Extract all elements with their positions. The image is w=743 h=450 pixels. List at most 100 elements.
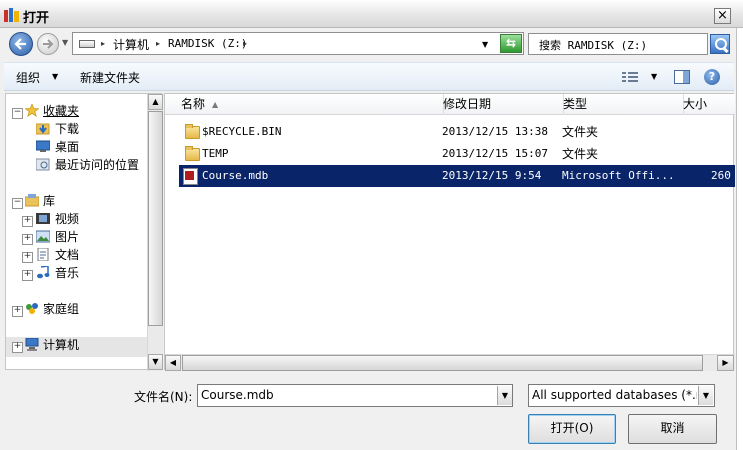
filetype-select[interactable]: All supported databases (*.mdb ▼ bbox=[528, 384, 715, 407]
change-view-icon[interactable] bbox=[622, 71, 638, 83]
folder-icon bbox=[185, 146, 200, 161]
nav-item-downloads[interactable]: 下载 bbox=[55, 120, 79, 138]
organize-button[interactable]: 组织 bbox=[16, 69, 40, 86]
column-header-name[interactable]: 名称 ▲ bbox=[175, 94, 444, 115]
search-placeholder: 搜索 RAMDISK (Z:) bbox=[539, 39, 648, 52]
folder-icon bbox=[185, 124, 200, 139]
breadcrumb-ramdisk[interactable]: RAMDISK (Z:) bbox=[168, 37, 247, 50]
file-row[interactable]: TEMP 2013/12/15 15:07 文件夹 bbox=[179, 143, 735, 165]
back-arrow-icon bbox=[14, 38, 26, 50]
nav-libraries[interactable]: 库 bbox=[43, 192, 55, 210]
column-header-label: 名称 bbox=[181, 97, 206, 111]
refresh-button[interactable]: ⇆ bbox=[500, 34, 522, 53]
scroll-thumb[interactable] bbox=[148, 111, 163, 326]
nav-item-recent-places[interactable]: 最近访问的位置 bbox=[55, 156, 139, 174]
nav-item-videos[interactable]: 视频 bbox=[55, 210, 79, 228]
expander-icon[interactable]: − bbox=[12, 198, 23, 209]
window-edge bbox=[736, 28, 743, 450]
forward-button[interactable] bbox=[37, 33, 59, 55]
breadcrumb-separator-icon[interactable]: ▸ bbox=[101, 39, 105, 48]
search-button[interactable] bbox=[710, 34, 730, 54]
file-row-selected[interactable]: Course.mdb 2013/12/15 9:54 Microsoft Off… bbox=[179, 165, 735, 187]
file-type: 文件夹 bbox=[562, 125, 599, 139]
nav-item-music[interactable]: 音乐 bbox=[55, 264, 79, 282]
filename-input[interactable]: Course.mdb bbox=[201, 388, 274, 402]
star-icon bbox=[25, 104, 39, 117]
expander-icon[interactable]: − bbox=[12, 108, 23, 119]
filename-combobox[interactable]: Course.mdb ▼ bbox=[197, 384, 513, 407]
refresh-icon: ⇆ bbox=[505, 36, 517, 50]
access-database-icon bbox=[183, 168, 198, 185]
sort-ascending-icon: ▲ bbox=[212, 100, 219, 109]
cancel-button[interactable]: 取消 bbox=[628, 414, 717, 444]
file-name: $RECYCLE.BIN bbox=[202, 125, 282, 138]
search-input[interactable]: 搜索 RAMDISK (Z:) bbox=[528, 33, 708, 55]
expander-icon[interactable]: + bbox=[12, 306, 23, 317]
nav-item-desktop[interactable]: 桌面 bbox=[55, 138, 79, 156]
desktop-icon bbox=[36, 140, 50, 152]
help-icon[interactable]: ? bbox=[704, 69, 720, 85]
column-header-row: 名称 ▲ 修改日期 类型 大小 bbox=[165, 94, 735, 115]
breadcrumb-separator-icon[interactable]: ▸ bbox=[156, 39, 160, 48]
address-bar[interactable]: ▸ 计算机 ▸ RAMDISK (Z:) ▸ ▼ bbox=[72, 32, 524, 55]
computer-icon bbox=[25, 338, 39, 351]
column-header-date[interactable]: 修改日期 bbox=[437, 94, 564, 115]
preview-pane-icon[interactable] bbox=[674, 70, 690, 84]
file-list: 名称 ▲ 修改日期 类型 大小 $RECYCLE.BIN 2013/12/15 … bbox=[164, 93, 735, 371]
nav-favorites[interactable]: 收藏夹 bbox=[43, 102, 79, 120]
breadcrumb-separator-icon[interactable]: ▸ bbox=[243, 39, 247, 48]
command-toolbar: 组织 ▼ 新建文件夹 ▼ ? bbox=[4, 62, 734, 91]
navigation-pane: − 收藏夹 下载 桌面 最近访问的位置 − 库 + 视频 + 图片 + 文档 +… bbox=[5, 93, 163, 371]
recent-places-icon bbox=[36, 158, 50, 171]
expander-icon[interactable]: + bbox=[12, 342, 23, 353]
open-button[interactable]: 打开(O) bbox=[528, 414, 616, 444]
scroll-up-icon[interactable]: ▲ bbox=[148, 94, 163, 110]
close-button[interactable]: × bbox=[714, 8, 731, 24]
music-icon bbox=[37, 266, 50, 279]
filetype-value: All supported databases (*.mdb bbox=[532, 388, 697, 402]
filename-label: 文件名(N): bbox=[134, 390, 193, 404]
expander-icon[interactable]: + bbox=[22, 252, 33, 263]
back-button[interactable] bbox=[9, 32, 33, 56]
file-row[interactable]: $RECYCLE.BIN 2013/12/15 13:38 文件夹 bbox=[179, 121, 735, 143]
file-type: Microsoft Offi... bbox=[562, 169, 675, 182]
scroll-left-icon[interactable]: ◀ bbox=[165, 355, 181, 371]
chevron-down-icon[interactable]: ▼ bbox=[497, 386, 512, 405]
new-folder-button[interactable]: 新建文件夹 bbox=[80, 69, 140, 86]
nav-item-documents[interactable]: 文档 bbox=[55, 246, 79, 264]
scroll-thumb[interactable] bbox=[182, 355, 703, 371]
drive-icon bbox=[79, 40, 95, 48]
view-dropdown-icon[interactable]: ▼ bbox=[651, 72, 657, 81]
app-icon bbox=[4, 8, 20, 22]
homegroup-icon bbox=[26, 303, 38, 314]
breadcrumb-computer[interactable]: 计算机 bbox=[113, 36, 149, 53]
file-name: Course.mdb bbox=[202, 169, 269, 182]
nav-item-pictures[interactable]: 图片 bbox=[55, 228, 79, 246]
download-folder-icon bbox=[36, 123, 50, 135]
file-size: 260 bbox=[711, 169, 731, 182]
file-date: 2013/12/15 9:54 bbox=[442, 169, 542, 182]
file-date: 2013/12/15 13:38 bbox=[442, 125, 548, 138]
forward-arrow-icon bbox=[43, 39, 54, 49]
window-title: 打开 bbox=[23, 11, 50, 26]
chevron-down-icon[interactable]: ▼ bbox=[52, 72, 58, 81]
file-list-horizontal-scrollbar[interactable]: ◀ ▶ bbox=[165, 354, 735, 371]
expander-icon[interactable]: + bbox=[22, 216, 33, 227]
expander-icon[interactable]: + bbox=[22, 270, 33, 281]
nav-computer[interactable]: 计算机 bbox=[43, 336, 79, 354]
pictures-icon bbox=[36, 230, 50, 243]
column-header-size[interactable]: 大小 bbox=[677, 94, 741, 115]
file-name: TEMP bbox=[202, 147, 229, 160]
history-dropdown-icon[interactable]: ▼ bbox=[62, 38, 68, 47]
scroll-down-icon[interactable]: ▼ bbox=[148, 354, 163, 370]
chevron-down-icon[interactable]: ▼ bbox=[698, 386, 713, 405]
scroll-right-icon[interactable]: ▶ bbox=[717, 355, 734, 371]
video-icon bbox=[36, 213, 50, 224]
address-dropdown-icon[interactable]: ▼ bbox=[482, 40, 488, 49]
nav-vertical-scrollbar[interactable]: ▲ ▼ bbox=[147, 94, 163, 371]
nav-homegroup[interactable]: 家庭组 bbox=[43, 300, 79, 318]
library-icon bbox=[25, 194, 39, 207]
file-date: 2013/12/15 15:07 bbox=[442, 147, 548, 160]
column-header-type[interactable]: 类型 bbox=[557, 94, 684, 115]
expander-icon[interactable]: + bbox=[22, 234, 33, 245]
